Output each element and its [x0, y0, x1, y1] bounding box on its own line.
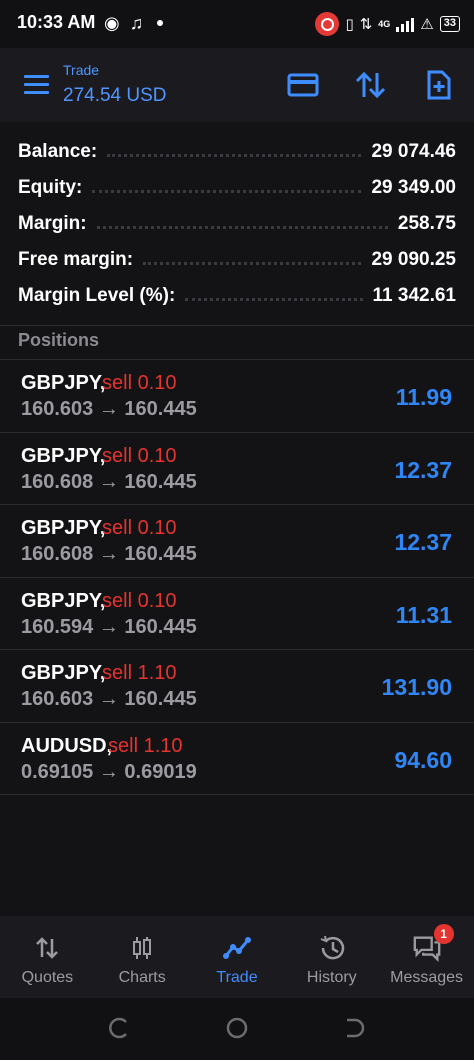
margin-value: 258.75	[397, 213, 456, 234]
data-icon: ⇅	[359, 16, 373, 33]
summary-row-balance: Balance: 29 074.46	[18, 141, 456, 162]
position-symbol: AUDUSD,	[21, 734, 113, 757]
nav-label: History	[306, 969, 357, 986]
back-icon[interactable]	[343, 1016, 367, 1040]
arrow-icon: →	[98, 760, 119, 783]
position-row[interactable]: AUDUSD, sell 1.10 0.69105 → 0.69019 94.6…	[0, 723, 474, 795]
recording-icon	[315, 12, 340, 36]
screen-record-icon: ◉	[104, 13, 120, 33]
music-icon: ♫	[129, 13, 144, 33]
position-symbol: GBPJPY,	[21, 662, 106, 684]
alert-icon: ⚠	[420, 16, 434, 33]
position-profit: 11.31	[395, 601, 452, 628]
positions-list: GBPJPY, sell 0.10 160.603 → 160.445 11.9…	[0, 360, 474, 795]
position-profit: 12.37	[394, 456, 452, 483]
arrow-icon: →	[98, 470, 119, 493]
summary-row-equity: Equity: 29 349.00	[18, 177, 456, 198]
summary-row-margin-level: Margin Level (%): 11 342.61	[18, 285, 456, 306]
summary-row-free-margin: Free margin: 29 090.25	[18, 249, 456, 270]
position-side: sell 0.10	[102, 444, 177, 467]
position-prices: 0.69105 → 0.69019	[21, 760, 197, 783]
position-row[interactable]: GBPJPY, sell 0.10 160.608 → 160.445 12.3…	[0, 433, 474, 505]
position-side: sell 1.10	[102, 662, 177, 684]
account-summary: Balance: 29 074.46 Equity: 29 349.00 Margi…	[0, 122, 474, 326]
position-symbol: GBPJPY,	[21, 589, 106, 612]
history-icon	[317, 934, 347, 962]
positions-section-label: Positions	[18, 330, 100, 350]
home-icon[interactable]	[225, 1016, 249, 1040]
position-prices: 160.594 → 160.445	[21, 615, 197, 638]
position-prices: 160.603 → 160.445	[21, 688, 197, 710]
position-prices: 160.608 → 160.445	[21, 470, 197, 493]
quotes-icon	[32, 934, 62, 962]
signal-icon	[396, 16, 415, 32]
nav-label: Charts	[118, 969, 166, 986]
position-symbol: GBPJPY,	[21, 444, 106, 467]
nav-label: Trade	[216, 969, 258, 986]
position-profit: 94.60	[394, 746, 452, 773]
position-symbol: GBPJPY,	[21, 517, 106, 539]
nav-quotes[interactable]: Quotes	[0, 916, 95, 998]
card-icon[interactable]	[286, 70, 320, 100]
new-order-icon[interactable]	[422, 70, 456, 100]
position-side: sell 0.10	[102, 517, 177, 539]
messages-badge: 1	[433, 924, 454, 944]
charts-icon	[127, 934, 157, 962]
status-bar: 10:33 AM ◉ ♫ ▯ ⇅ 4G ⚠ 33	[0, 0, 474, 48]
position-row[interactable]: GBPJPY, sell 0.10 160.608 → 160.445 12.3…	[0, 505, 474, 578]
arrow-icon: →	[98, 398, 119, 420]
position-side: sell 0.10	[102, 589, 177, 612]
position-profit: 11.99	[395, 384, 452, 410]
position-side: sell 1.10	[108, 734, 183, 757]
sort-icon[interactable]	[354, 70, 388, 100]
bottom-nav: Quotes Charts Trade History 1 Messages	[0, 916, 474, 998]
header-subtitle: Trade	[63, 62, 100, 78]
nav-label: Quotes	[21, 969, 74, 986]
position-prices: 160.608 → 160.445	[21, 543, 197, 565]
position-row[interactable]: GBPJPY, sell 0.10 160.603 → 160.445 11.9…	[0, 360, 474, 433]
battery-icon: 33	[439, 16, 460, 32]
summary-row-margin: Margin: 258.75	[18, 213, 456, 234]
position-profit: 12.37	[394, 529, 452, 555]
app-header: Trade 274.54 USD	[0, 48, 474, 122]
header-title: 274.54 USD	[63, 85, 167, 106]
balance-value: 29 074.46	[371, 141, 456, 162]
nav-history[interactable]: History	[284, 916, 379, 998]
system-nav-bar	[0, 998, 474, 1060]
position-side: sell 0.10	[102, 372, 177, 394]
margin-level-value: 11 342.61	[372, 285, 456, 306]
free-margin-value: 29 090.25	[371, 249, 456, 270]
arrow-icon: →	[98, 543, 119, 565]
arrow-icon: →	[98, 688, 119, 710]
vibrate-icon: ▯	[345, 16, 354, 33]
position-symbol: GBPJPY,	[21, 372, 106, 394]
nav-trade[interactable]: Trade	[190, 916, 285, 998]
menu-icon[interactable]	[24, 75, 49, 95]
position-profit: 131.90	[381, 674, 452, 700]
network-type-label: 4G	[378, 19, 391, 29]
position-row[interactable]: GBPJPY, sell 0.10 160.594 → 160.445 11.3…	[0, 578, 474, 650]
equity-value: 29 349.00	[371, 177, 456, 198]
position-row[interactable]: GBPJPY, sell 1.10 160.603 → 160.445 131.…	[0, 650, 474, 723]
status-time: 10:33 AM	[17, 12, 96, 32]
nav-charts[interactable]: Charts	[95, 916, 190, 998]
arrow-icon: →	[98, 615, 119, 638]
recent-apps-icon[interactable]	[106, 1016, 130, 1040]
nav-messages[interactable]: 1 Messages	[379, 916, 474, 998]
nav-label: Messages	[390, 969, 464, 986]
trade-icon	[222, 934, 252, 962]
position-prices: 160.603 → 160.445	[21, 398, 197, 420]
notification-dot-icon	[157, 20, 164, 26]
